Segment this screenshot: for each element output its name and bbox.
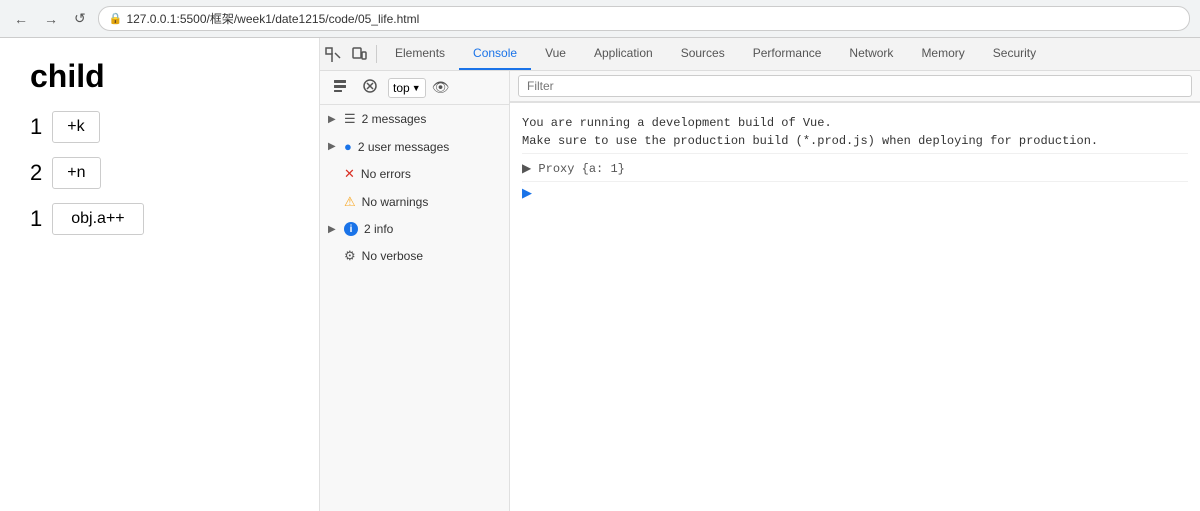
- devtools-tabs: Elements Console Vue Application Sources…: [320, 38, 1200, 71]
- forward-button[interactable]: →: [40, 9, 62, 29]
- tab-sources[interactable]: Sources: [667, 38, 739, 70]
- back-button[interactable]: ←: [10, 9, 32, 29]
- vue-warning-text: You are running a development build of V…: [522, 116, 1098, 148]
- tab-network[interactable]: Network: [835, 38, 907, 70]
- url-text: 127.0.0.1:5500/框架/week1/date1215/code/05…: [126, 10, 419, 27]
- sidebar-user-messages-label: 2 user messages: [358, 140, 449, 154]
- sidebar-item-verbose[interactable]: ▶ ⚙ No verbose: [320, 242, 509, 270]
- tab-security[interactable]: Security: [979, 38, 1050, 70]
- tab-elements[interactable]: Elements: [381, 38, 459, 70]
- sidebar-drawer-button[interactable]: [328, 75, 352, 100]
- page-content: child 1 +k 2 +n 1 obj.a++: [0, 38, 320, 511]
- stop-recording-button[interactable]: [358, 75, 382, 100]
- chevron-down-icon: ▼: [412, 83, 421, 93]
- console-prompt-row: ▶: [522, 182, 1188, 205]
- eye-button[interactable]: 👁: [432, 79, 450, 96]
- prompt-arrow-icon: ▶: [522, 186, 532, 201]
- console-sidebar: top ▼ 👁 ▶ ☰ 2 messages ▶ ● 2 user messag…: [320, 71, 510, 511]
- sidebar-item-info[interactable]: ▶ i 2 info: [320, 216, 509, 242]
- console-area: top ▼ 👁 ▶ ☰ 2 messages ▶ ● 2 user messag…: [320, 71, 1200, 511]
- warning-icon: ⚠: [344, 194, 356, 210]
- tab-performance[interactable]: Performance: [739, 38, 836, 70]
- console-right-area: You are running a development build of V…: [510, 71, 1200, 511]
- counter-row-3: 1 obj.a++: [30, 203, 289, 235]
- verbose-icon: ⚙: [344, 248, 356, 264]
- chevron-right-icon-3: ▶: [328, 224, 338, 235]
- console-filter-bar: [510, 71, 1200, 102]
- tab-application[interactable]: Application: [580, 38, 667, 70]
- proxy-obj-text: ▶ Proxy {a: 1}: [522, 162, 625, 176]
- user-icon: ●: [344, 139, 352, 154]
- tab-console[interactable]: Console: [459, 38, 531, 70]
- reload-button[interactable]: ↺: [70, 8, 90, 29]
- counter-num-2: 2: [30, 160, 42, 186]
- counter-num-3: 1: [30, 206, 42, 232]
- error-icon: ✕: [344, 166, 355, 182]
- counter-btn-n[interactable]: +n: [52, 157, 100, 189]
- counter-btn-k[interactable]: +k: [52, 111, 99, 143]
- devtools-panel: Elements Console Vue Application Sources…: [320, 38, 1200, 511]
- console-message-vue: You are running a development build of V…: [522, 111, 1188, 154]
- sidebar-item-user-messages[interactable]: ▶ ● 2 user messages: [320, 133, 509, 160]
- sidebar-messages-label: 2 messages: [362, 112, 427, 126]
- counter-row-1: 1 +k: [30, 111, 289, 143]
- context-select[interactable]: top ▼: [388, 78, 426, 98]
- sidebar-errors-label: No errors: [361, 167, 411, 181]
- tab-memory[interactable]: Memory: [907, 38, 978, 70]
- tab-vue[interactable]: Vue: [531, 38, 580, 70]
- chevron-right-icon: ▶: [328, 114, 338, 125]
- info-icon: i: [344, 222, 358, 236]
- sidebar-info-label: 2 info: [364, 222, 393, 236]
- page-title: child: [30, 58, 289, 95]
- console-sidebar-toolbar: top ▼ 👁: [320, 71, 509, 105]
- sidebar-item-warnings[interactable]: ▶ ⚠ No warnings: [320, 188, 509, 216]
- browser-chrome: ← → ↺ 🔒 127.0.0.1:5500/框架/week1/date1215…: [0, 0, 1200, 38]
- main-layout: child 1 +k 2 +n 1 obj.a++: [0, 38, 1200, 511]
- device-toggle-button[interactable]: [346, 41, 372, 66]
- inspect-element-button[interactable]: [320, 41, 346, 66]
- sidebar-item-messages[interactable]: ▶ ☰ 2 messages: [320, 105, 509, 133]
- console-filter-input[interactable]: [518, 75, 1192, 97]
- console-message-proxy: ▶ Proxy {a: 1}: [522, 154, 1188, 182]
- counter-num-1: 1: [30, 114, 42, 140]
- lock-icon: 🔒: [109, 12, 123, 25]
- messages-icon: ☰: [344, 111, 356, 127]
- console-output: You are running a development build of V…: [510, 102, 1200, 511]
- counter-btn-obj[interactable]: obj.a++: [52, 203, 143, 235]
- sidebar-warnings-label: No warnings: [362, 195, 429, 209]
- address-bar[interactable]: 🔒 127.0.0.1:5500/框架/week1/date1215/code/…: [98, 6, 1190, 31]
- chevron-right-icon-2: ▶: [328, 141, 338, 152]
- sidebar-item-errors[interactable]: ▶ ✕ No errors: [320, 160, 509, 188]
- counter-row-2: 2 +n: [30, 157, 289, 189]
- toolbar-separator: [376, 45, 377, 63]
- context-select-label: top: [393, 81, 410, 95]
- sidebar-verbose-label: No verbose: [362, 249, 423, 263]
